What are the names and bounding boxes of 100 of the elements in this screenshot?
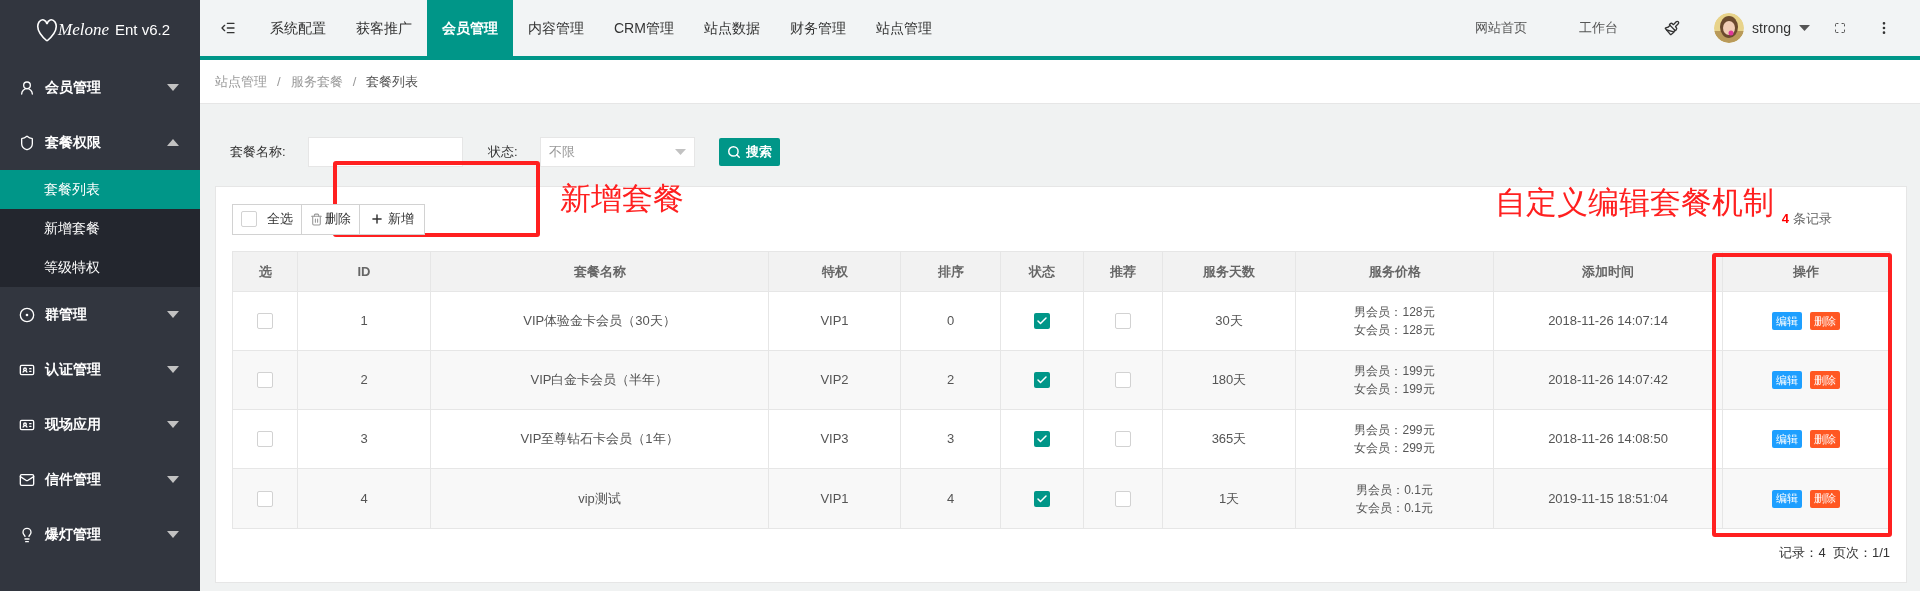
annotation-label: 新增套餐 <box>560 180 684 218</box>
table-cell: 3 <box>298 410 431 468</box>
column-header: 状态 <box>1001 252 1084 291</box>
submenu-item[interactable]: 等级特权 <box>0 248 200 287</box>
menu-item-icon <box>19 471 35 488</box>
status-checkbox[interactable] <box>1034 313 1050 329</box>
submenu-item[interactable]: 套餐列表 <box>0 170 200 209</box>
caret-down-icon <box>167 476 179 483</box>
breadcrumb-separator: / <box>352 72 357 91</box>
status-checkbox[interactable] <box>1034 490 1050 507</box>
caret-down-icon <box>167 531 179 538</box>
annotation-label: 自定义编辑套餐机制 <box>1495 184 1774 222</box>
column-header: 套餐名称 <box>431 252 769 291</box>
breadcrumb-link[interactable]: 套餐列表 <box>366 71 419 92</box>
column-header: 操作 <box>1792 262 1820 281</box>
record-count: 4 条记录 <box>1781 210 1832 229</box>
column-header: 排序 <box>901 252 1001 291</box>
table-cell: 2018-11-26 14:07:42 <box>1494 351 1723 409</box>
caret-down-icon[interactable] <box>1799 25 1810 31</box>
search-button[interactable]: 搜索 <box>719 138 780 166</box>
recommend-checkbox[interactable] <box>1115 431 1131 447</box>
breadcrumb-separator: / <box>277 72 281 91</box>
table-cell: 2 <box>298 351 431 409</box>
table-cell: vip测试 <box>431 469 769 528</box>
caret-down-icon <box>675 149 686 155</box>
add-button[interactable]: 新增 <box>360 204 424 234</box>
price-text: 男会员：299元 <box>1354 422 1435 439</box>
price-text: 女会员：128元 <box>1354 322 1435 339</box>
check-icon <box>1036 492 1048 505</box>
delete-button[interactable]: 删除 <box>302 204 360 234</box>
table-cell: VIP1 <box>769 292 901 350</box>
table-cell: 4 <box>901 469 1001 528</box>
table-cell: 4 <box>298 469 431 528</box>
logo-script: Melone <box>58 19 109 42</box>
column-header: 服务价格 <box>1296 252 1494 291</box>
table-cell: VIP2 <box>769 351 901 409</box>
caret-down-icon <box>167 311 179 318</box>
table-cell: VIP至尊钻石卡会员（1年） <box>431 410 769 468</box>
status-checkbox[interactable] <box>1034 372 1050 388</box>
recommend-checkbox[interactable] <box>1115 490 1131 507</box>
nav-tab[interactable]: 会员管理 <box>427 0 513 56</box>
row-checkbox[interactable] <box>257 313 273 329</box>
recommend-checkbox[interactable] <box>1115 372 1131 388</box>
recommend-checkbox[interactable] <box>1115 313 1131 329</box>
table-cell: 0 <box>901 292 1001 350</box>
table-cell: 180天 <box>1163 351 1296 409</box>
header-link[interactable]: 工作台 <box>1553 0 1645 56</box>
price-text: 女会员：299元 <box>1354 440 1435 457</box>
column-header: 推荐 <box>1084 252 1163 291</box>
status-checkbox[interactable] <box>1034 431 1050 447</box>
nav-tab[interactable]: 获客推广 <box>341 0 427 56</box>
nav-tab[interactable]: 站点管理 <box>860 0 947 56</box>
sidebar-item[interactable]: 群管理 <box>0 287 200 342</box>
column-header: 特权 <box>769 252 901 291</box>
table-cell: 3 <box>901 410 1001 468</box>
header-link[interactable]: 网站首页 <box>1449 0 1554 56</box>
nav-tab[interactable]: CRM管理 <box>599 0 689 56</box>
sidebar-item[interactable]: 会员管理 <box>0 60 200 115</box>
field-label: 状态: <box>488 143 519 162</box>
caret-up-icon <box>167 139 179 146</box>
select-all-checkbox[interactable]: 全选 <box>233 204 302 234</box>
table-cell: 1天 <box>1163 469 1296 528</box>
table-cell: 365天 <box>1163 410 1296 468</box>
table-cell: 2019-11-15 18:51:04 <box>1494 469 1723 528</box>
table-cell: 2018-11-26 14:08:50 <box>1494 410 1723 468</box>
price-text: 男会员：199元 <box>1354 363 1435 380</box>
check-icon <box>1036 315 1048 327</box>
heart-logo-icon <box>36 17 58 43</box>
sidebar-item[interactable]: 现场应用 <box>0 397 200 452</box>
nav-tab[interactable]: 站点数据 <box>688 0 775 56</box>
menu-item-icon <box>19 79 35 96</box>
column-header: ID <box>298 252 431 291</box>
price-text: 男会员：128元 <box>1354 304 1435 321</box>
caret-down-icon <box>167 366 179 373</box>
nav-tab[interactable]: 财务管理 <box>774 0 861 56</box>
submenu-item[interactable]: 新增套餐 <box>0 209 200 248</box>
user-name[interactable]: strong <box>1752 17 1791 39</box>
column-header: 选 <box>233 252 298 291</box>
row-checkbox[interactable] <box>257 490 273 507</box>
sidebar-item[interactable]: 信件管理 <box>0 452 200 507</box>
table-cell: 30天 <box>1163 292 1296 350</box>
field-label: 套餐名称: <box>230 143 287 162</box>
nav-tab[interactable]: 内容管理 <box>513 0 599 56</box>
caret-down-icon <box>167 84 179 91</box>
check-icon <box>1036 374 1048 386</box>
sidebar-item[interactable]: 套餐权限 <box>0 115 200 170</box>
plus-icon <box>370 212 384 226</box>
checkbox[interactable] <box>241 211 257 227</box>
menu-item-icon <box>19 306 35 323</box>
table-cell: VIP1 <box>769 469 901 528</box>
logo-edition: Ent v6.2 <box>115 19 171 40</box>
nav-tab[interactable]: 系统配置 <box>255 0 341 56</box>
pagination-info: 记录：4 页次：1/1 <box>1779 544 1890 562</box>
sidebar-item[interactable]: 认证管理 <box>0 342 200 397</box>
row-checkbox[interactable] <box>257 431 273 447</box>
sidebar-item[interactable]: 爆灯管理 <box>0 507 200 562</box>
row-checkbox[interactable] <box>257 372 273 388</box>
check-icon <box>1036 433 1048 445</box>
menu-item-icon <box>19 526 35 543</box>
trash-icon <box>310 212 323 226</box>
